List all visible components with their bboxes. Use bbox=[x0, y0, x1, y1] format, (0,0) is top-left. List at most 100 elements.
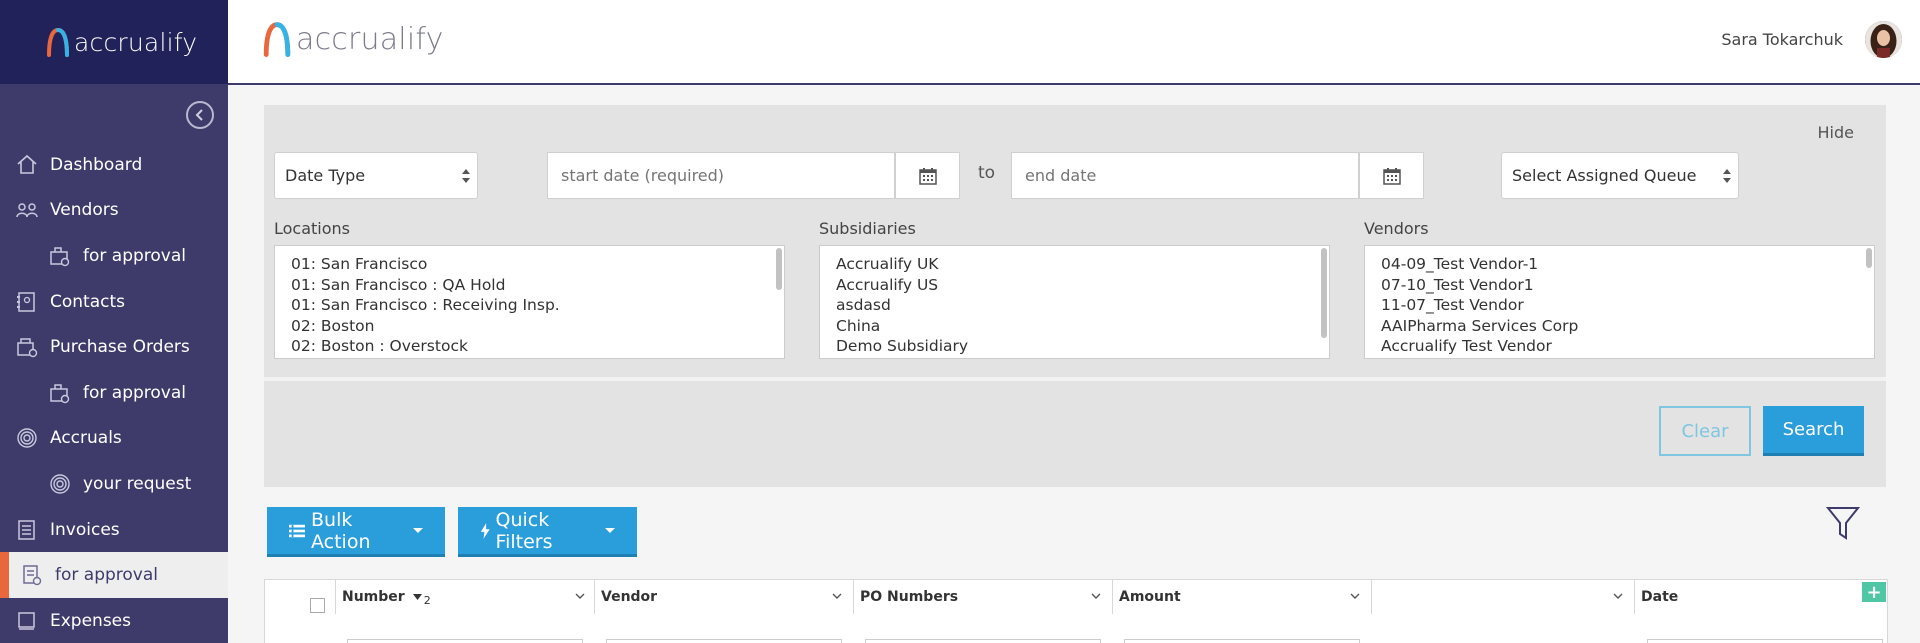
list-option[interactable]: 02: Boston bbox=[291, 316, 768, 337]
top-header: accrualify Sara Tokarchuk bbox=[228, 0, 1920, 85]
column-header-number[interactable]: Number 2 bbox=[335, 580, 597, 614]
quick-filters-button[interactable]: Quick Filters bbox=[458, 507, 637, 557]
home-icon bbox=[15, 153, 39, 177]
sidebar-item-label: Invoices bbox=[50, 519, 120, 540]
sidebar-item-contacts[interactable]: Contacts bbox=[0, 279, 228, 325]
subsidiaries-listbox[interactable]: Accrualify UK Accrualify US asdasd China Dem… bbox=[819, 245, 1330, 359]
expenses-icon bbox=[15, 609, 39, 633]
sidebar-item-vendors[interactable]: Vendors bbox=[0, 188, 228, 234]
sort-indicator[interactable]: 2 bbox=[412, 588, 431, 607]
add-column-button[interactable]: + bbox=[1862, 582, 1886, 603]
stamp-icon bbox=[48, 381, 72, 405]
assigned-queue-value: Select Assigned Queue bbox=[1512, 166, 1697, 185]
subsidiaries-scrollbar[interactable] bbox=[1321, 248, 1327, 338]
list-option[interactable]: 07-10_Test Vendor1 bbox=[1381, 275, 1858, 296]
brand-mark-icon bbox=[47, 27, 69, 57]
chevron-down-icon[interactable] bbox=[575, 592, 585, 600]
list-option[interactable]: AAIPharma Services Corp bbox=[1381, 316, 1858, 337]
po-numbers-filter-input[interactable] bbox=[865, 639, 1101, 643]
invoice-icon bbox=[15, 518, 39, 542]
header-logo[interactable]: accrualify bbox=[261, 21, 444, 57]
target-icon bbox=[48, 472, 72, 496]
locations-scrollbar[interactable] bbox=[776, 248, 782, 290]
header-brand-name: accrualify bbox=[296, 21, 444, 57]
date-filter-input[interactable] bbox=[1647, 639, 1883, 643]
list-option[interactable]: Accrualify UK bbox=[836, 254, 1313, 275]
column-label: Date bbox=[1641, 589, 1679, 605]
contacts-icon bbox=[15, 290, 39, 314]
filter-funnel-icon[interactable] bbox=[1826, 505, 1860, 541]
list-option[interactable]: 01: San Francisco : Receiving Insp. bbox=[291, 295, 768, 316]
sidebar-item-accruals[interactable]: Accruals bbox=[0, 416, 228, 462]
quick-filters-label: Quick Filters bbox=[495, 508, 553, 553]
sidebar-item-purchase-orders[interactable]: Purchase Orders bbox=[0, 324, 228, 370]
bulk-action-button[interactable]: Bulk Action bbox=[267, 507, 445, 557]
calendar-icon bbox=[1382, 167, 1401, 185]
date-type-select[interactable]: Date Type bbox=[274, 152, 478, 199]
brand-mark-icon bbox=[263, 22, 291, 57]
invoice-approval-icon bbox=[20, 563, 44, 587]
sidebar-item-invoices[interactable]: Invoices bbox=[0, 507, 228, 553]
user-name[interactable]: Sara Tokarchuk bbox=[1721, 30, 1843, 49]
column-header-vendor[interactable]: Vendor bbox=[594, 580, 854, 614]
sidebar-item-expenses[interactable]: Expenses bbox=[0, 598, 228, 643]
start-date-calendar-button[interactable] bbox=[895, 152, 960, 199]
sidebar-item-dashboard[interactable]: Dashboard bbox=[0, 142, 228, 188]
list-option[interactable]: Accrualify US bbox=[836, 275, 1313, 296]
list-option[interactable]: 04-09_Test Vendor-1 bbox=[1381, 254, 1858, 275]
sidebar-item-for-approval[interactable]: for approval bbox=[0, 233, 228, 279]
subsidiaries-label: Subsidiaries bbox=[819, 219, 916, 238]
list-option[interactable]: 01: San Francisco bbox=[291, 254, 768, 275]
list-option[interactable]: Demo Subsidiary bbox=[836, 336, 1313, 357]
list-option[interactable]: asdasd bbox=[836, 295, 1313, 316]
chevron-down-icon[interactable] bbox=[1613, 592, 1623, 600]
sidebar-item-for-approval[interactable]: for approval bbox=[0, 370, 228, 416]
sidebar-item-label: Purchase Orders bbox=[50, 337, 190, 358]
locations-listbox[interactable]: 01: San Francisco 01: San Francisco : QA … bbox=[274, 245, 785, 359]
sidebar-item-label: Vendors bbox=[50, 200, 119, 221]
vendors-listbox[interactable]: 04-09_Test Vendor-1 07-10_Test Vendor1 11-… bbox=[1364, 245, 1875, 359]
end-date-calendar-button[interactable] bbox=[1359, 152, 1424, 199]
end-date-input[interactable] bbox=[1011, 152, 1359, 199]
chevron-down-icon[interactable] bbox=[832, 592, 842, 600]
list-option[interactable]: Accrualify Test Vendor bbox=[1381, 336, 1858, 357]
list-option[interactable]: 01: San Francisco : QA Hold bbox=[291, 275, 768, 296]
start-date-input[interactable] bbox=[547, 152, 895, 199]
invoices-table: Number 2 Vendor PO Numbers Amount Date bbox=[264, 579, 1888, 643]
chevron-down-icon[interactable] bbox=[1350, 592, 1360, 600]
select-arrows-icon bbox=[1723, 169, 1731, 183]
sidebar-logo[interactable]: accrualify bbox=[0, 0, 228, 84]
vendors-scrollbar[interactable] bbox=[1866, 248, 1872, 268]
chevron-down-icon[interactable] bbox=[1091, 592, 1101, 600]
sidebar-item-label: for approval bbox=[83, 245, 186, 266]
sidebar-item-label: for approval bbox=[83, 382, 186, 403]
sidebar-item-label: Contacts bbox=[50, 291, 125, 312]
filter-panel: Hide Date Type to Select Assigned Queue … bbox=[264, 105, 1886, 487]
assigned-queue-select[interactable]: Select Assigned Queue bbox=[1501, 152, 1739, 199]
clear-button[interactable]: Clear bbox=[1659, 406, 1751, 456]
panel-divider bbox=[264, 377, 1886, 381]
list-option[interactable]: 11-07_Test Vendor bbox=[1381, 295, 1858, 316]
column-label: Vendor bbox=[601, 589, 658, 605]
sort-order: 2 bbox=[423, 593, 431, 607]
amount-filter-input[interactable] bbox=[1124, 639, 1360, 643]
sidebar-item-label: your request bbox=[83, 473, 192, 494]
vendor-filter-input[interactable] bbox=[606, 639, 842, 643]
list-option[interactable]: 02: Boston : Overstock bbox=[291, 336, 768, 357]
list-option[interactable]: China bbox=[836, 316, 1313, 337]
column-header-date[interactable]: Date bbox=[1634, 580, 1888, 614]
column-header-po-numbers[interactable]: PO Numbers bbox=[853, 580, 1113, 614]
column-header-amount[interactable]: Amount bbox=[1112, 580, 1372, 614]
chevron-left-icon bbox=[195, 109, 203, 121]
sidebar-item-your-request[interactable]: your request bbox=[0, 461, 228, 507]
sidebar-item-for-approval[interactable]: for approval bbox=[0, 552, 228, 598]
user-avatar[interactable] bbox=[1865, 21, 1902, 58]
sidebar-collapse-button[interactable] bbox=[186, 101, 214, 129]
stamp-icon bbox=[48, 244, 72, 268]
column-header-blank[interactable] bbox=[1371, 580, 1635, 614]
search-button[interactable]: Search bbox=[1763, 406, 1864, 456]
select-all-checkbox[interactable] bbox=[310, 598, 325, 613]
hide-filters-link[interactable]: Hide bbox=[1818, 123, 1854, 142]
number-filter-input[interactable] bbox=[347, 639, 583, 643]
sidebar-item-label: Accruals bbox=[50, 428, 122, 449]
